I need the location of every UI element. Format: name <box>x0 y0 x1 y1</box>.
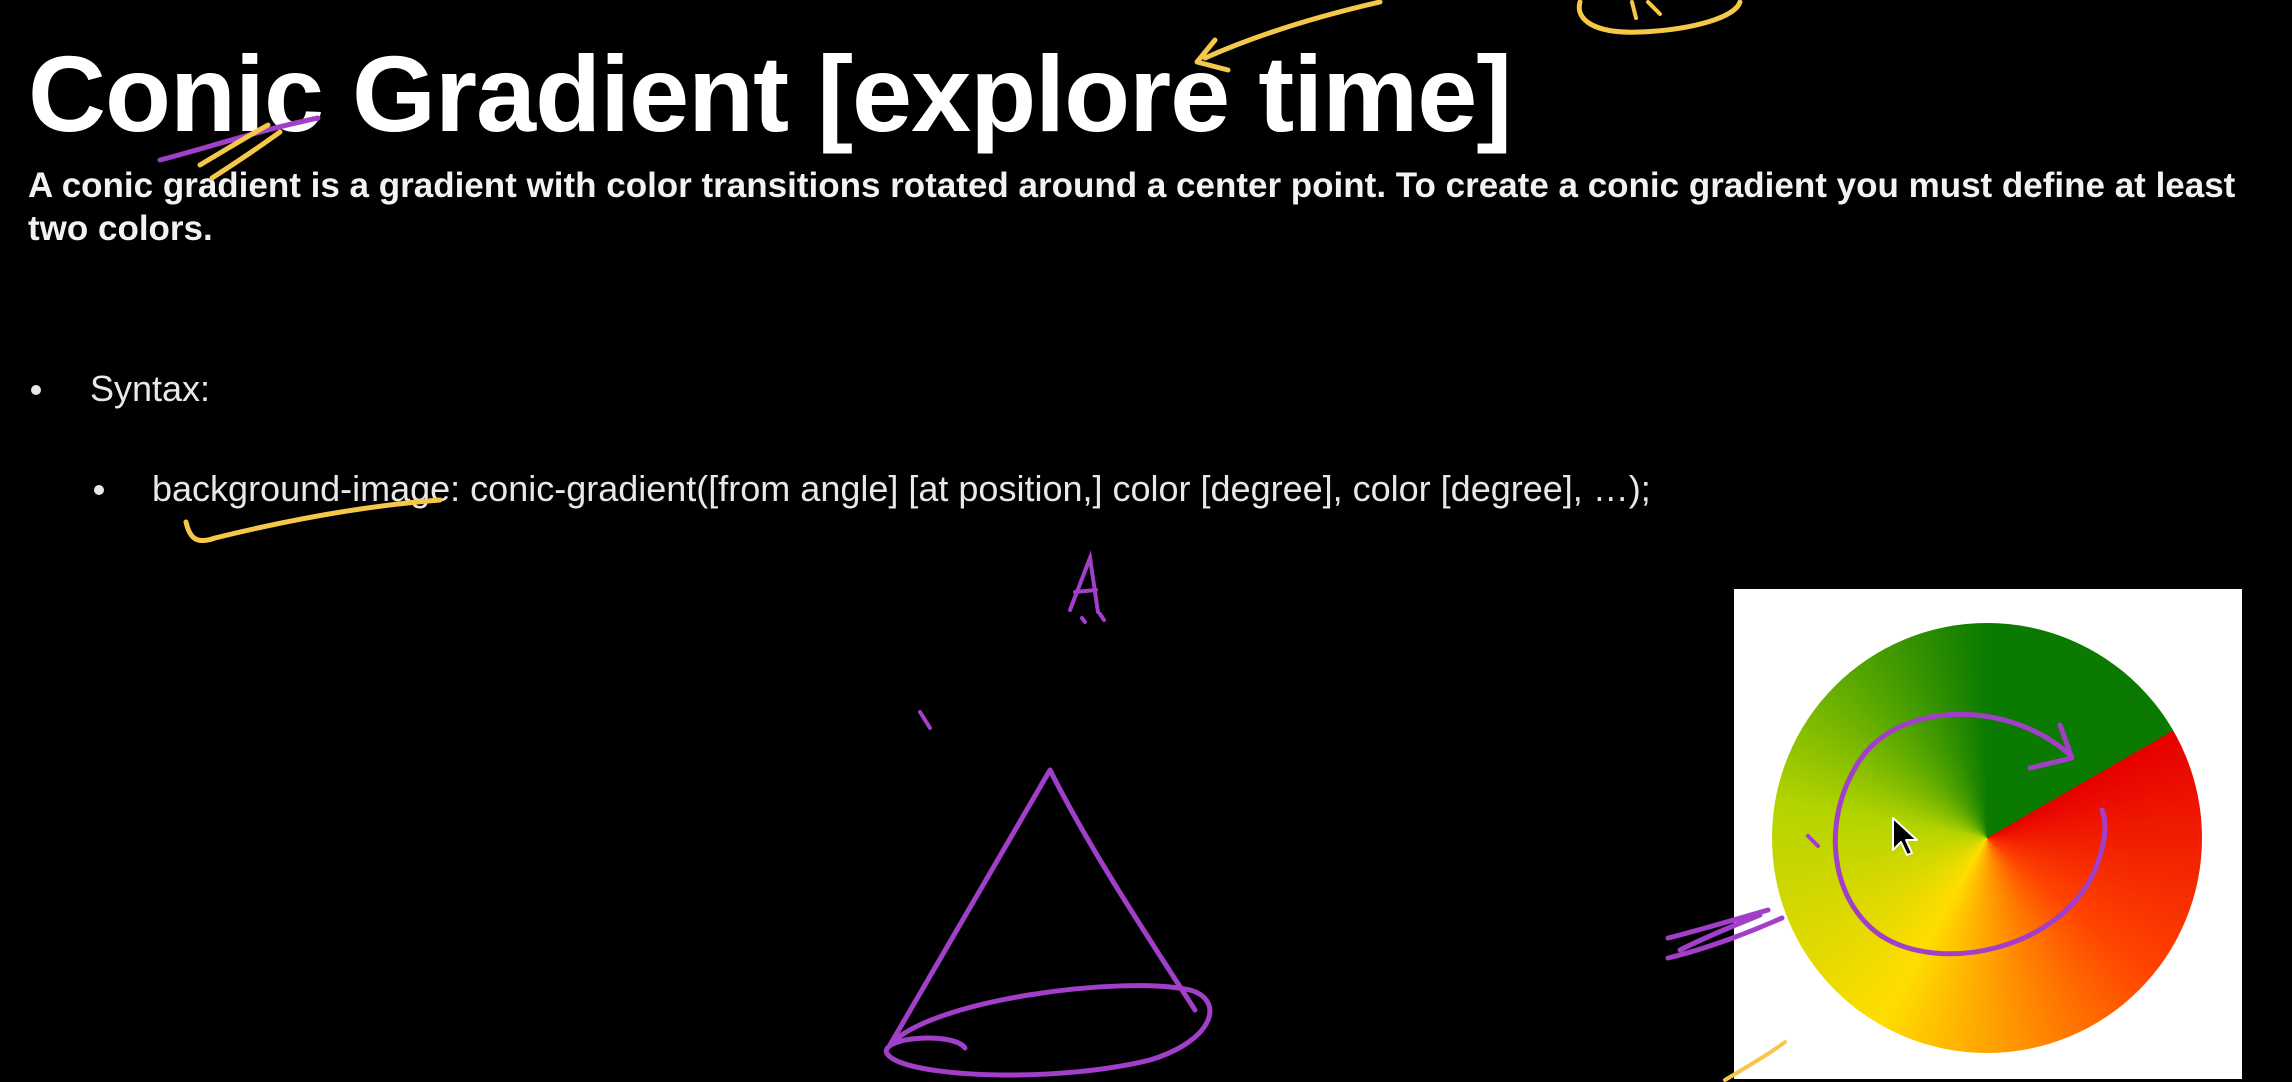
purple-letter-annotation <box>1068 550 1106 624</box>
syntax-label: Syntax: <box>90 368 211 409</box>
yellow-scribble-annotation <box>1630 0 1662 20</box>
purple-tick-annotation <box>918 710 932 730</box>
syntax-code: background-image: conic-gradient([from a… <box>152 468 1651 509</box>
slide-title: Conic Gradient [explore time] <box>28 33 1512 154</box>
purple-cone-base-annotation <box>883 983 1213 1078</box>
bullet-dot <box>94 485 104 495</box>
conic-gradient-wheel <box>1772 623 2202 1053</box>
slide-description: A conic gradient is a gradient with colo… <box>28 166 2236 248</box>
yellow-scribble-annotation <box>1576 0 1743 35</box>
conic-gradient-demo <box>1734 589 2242 1079</box>
purple-cone-annotation <box>887 767 1198 1048</box>
bullet-dot <box>31 385 41 395</box>
